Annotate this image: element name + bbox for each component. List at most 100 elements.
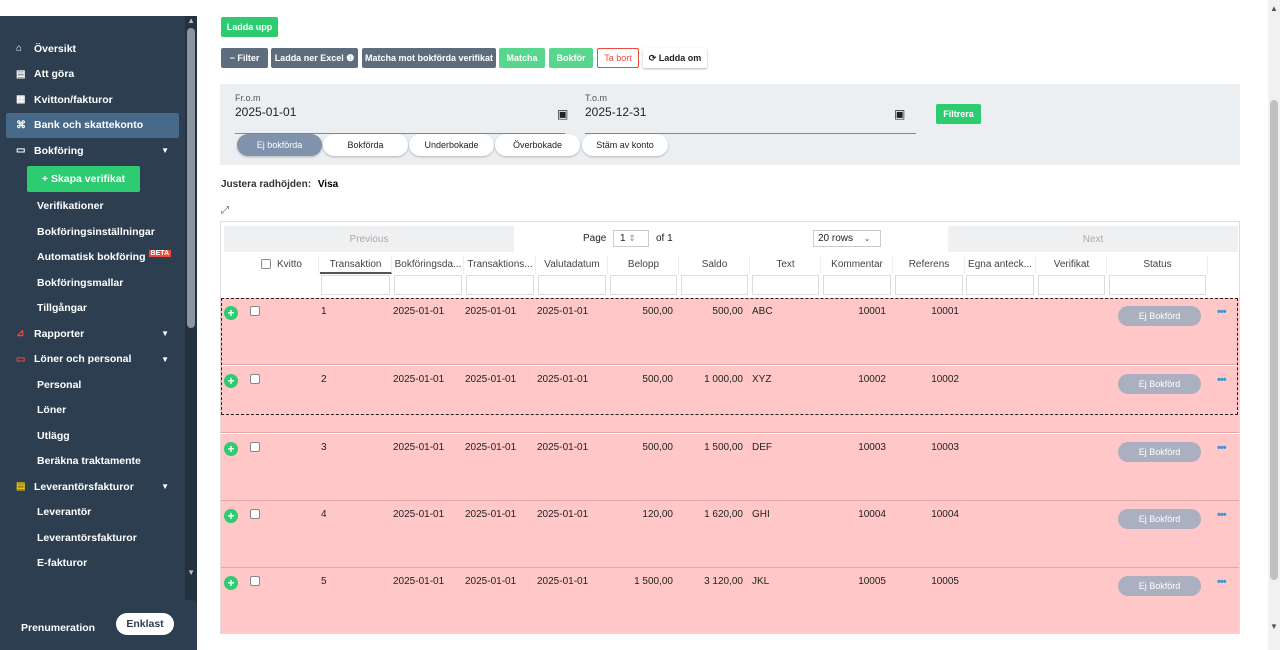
- table-row[interactable]: +3 2025-01-01 2025-01-01 2025-01-01 500,00 1 …: [221, 434, 1239, 501]
- column-filter-input[interactable]: [895, 275, 963, 295]
- add-circle-icon[interactable]: +: [224, 576, 238, 590]
- page-label: Page: [583, 233, 607, 244]
- scroll-down-icon[interactable]: ▼: [187, 568, 195, 577]
- status-badge[interactable]: Ej Bokförd: [1118, 509, 1201, 529]
- reload-button[interactable]: ⟳ Ladda om: [643, 48, 707, 68]
- cell-valuta: 2025-01-01: [537, 442, 589, 453]
- column-header-5[interactable]: Belopp: [609, 256, 679, 274]
- column-header-2[interactable]: Bokföringsda...: [393, 256, 464, 274]
- from-date-field[interactable]: Fr.o.m 2025-01-01 ▣: [235, 93, 568, 134]
- sidebar-subitem[interactable]: E-fakturor: [0, 551, 185, 577]
- row-checkbox[interactable]: [250, 576, 260, 586]
- add-circle-icon[interactable]: +: [224, 509, 238, 523]
- apply-filter-button[interactable]: Filtrera: [936, 104, 981, 124]
- sidebar-section-1[interactable]: ▭ Löner och personal ▼: [0, 347, 185, 373]
- match-posted-button[interactable]: Matcha mot bokförda verifikat: [362, 48, 496, 68]
- match-button[interactable]: Matcha: [499, 48, 545, 68]
- tab-underposted[interactable]: Underbokade: [409, 134, 494, 156]
- row-checkbox[interactable]: [250, 442, 260, 452]
- table-row[interactable]: +5 2025-01-01 2025-01-01 2025-01-01 1 500,00…: [221, 568, 1239, 633]
- add-circle-icon[interactable]: +: [224, 442, 238, 456]
- sidebar-subitem[interactable]: Leverantör: [0, 500, 185, 526]
- page-scroll-thumb[interactable]: [1270, 100, 1278, 580]
- sidebar-subitem[interactable]: Utlägg: [0, 423, 185, 449]
- previous-button[interactable]: Previous: [224, 226, 514, 252]
- calendar-icon[interactable]: ▣: [894, 107, 905, 121]
- sidebar-scroll-thumb[interactable]: [187, 28, 195, 328]
- to-date-field[interactable]: T.o.m 2025-12-31 ▣: [585, 93, 916, 134]
- sidebar-subitem[interactable]: Bokföringsinställningar: [0, 219, 185, 245]
- row-height-toggle[interactable]: Visa: [318, 179, 338, 190]
- column-header-0[interactable]: Kvitto: [245, 256, 319, 274]
- tab-posted[interactable]: Bokförda: [323, 134, 408, 156]
- sidebar-subitem[interactable]: Löner: [0, 398, 185, 424]
- expand-icon[interactable]: ⤢: [221, 205, 229, 216]
- row-checkbox[interactable]: [250, 509, 260, 519]
- column-filter-input[interactable]: [752, 275, 819, 295]
- column-header-6[interactable]: Saldo: [680, 256, 750, 274]
- more-options-icon[interactable]: •••: [1217, 442, 1227, 454]
- tab-unposted[interactable]: Ej bokförda: [237, 134, 322, 156]
- upload-button[interactable]: Ladda upp: [221, 17, 278, 37]
- filter-button[interactable]: − Filter: [221, 48, 268, 68]
- sidebar-subitem[interactable]: Tillgångar: [0, 296, 185, 322]
- more-options-icon[interactable]: •••: [1217, 576, 1227, 588]
- cell-referens: 10003: [931, 442, 959, 453]
- select-all-checkbox[interactable]: [260, 259, 271, 270]
- sidebar-item-1[interactable]: ▤ Att göra: [0, 62, 185, 88]
- column-header-9[interactable]: Referens: [894, 256, 965, 274]
- next-button[interactable]: Next: [948, 226, 1238, 252]
- sidebar-item-3[interactable]: ⌘ Bank och skattekonto: [6, 112, 179, 138]
- column-header-7[interactable]: Text: [751, 256, 821, 274]
- sidebar-subitem[interactable]: Automatisk bokföring BETA: [0, 245, 185, 271]
- sidebar-subitem[interactable]: Leverantörsfakturor: [0, 525, 185, 551]
- sidebar-section-lev[interactable]: ▤ Leverantörsfakturor ▼: [0, 474, 185, 500]
- from-date-value[interactable]: 2025-01-01: [235, 105, 565, 119]
- rows-per-page-select[interactable]: 20 rows ⌄: [813, 230, 881, 247]
- sidebar-scrollbar[interactable]: ▲ ▼: [185, 16, 197, 604]
- status-badge[interactable]: Ej Bokförd: [1118, 576, 1201, 596]
- column-header-12[interactable]: Status: [1108, 256, 1208, 274]
- column-filter-input[interactable]: [966, 275, 1034, 295]
- page-scrollbar[interactable]: ▲ ▼: [1268, 0, 1280, 650]
- sidebar-subitem[interactable]: Beräkna traktamente: [0, 449, 185, 475]
- tab-overposted[interactable]: Överbokade: [495, 134, 580, 156]
- column-filter-input[interactable]: [681, 275, 748, 295]
- column-filter-input[interactable]: [394, 275, 462, 295]
- sidebar-item-2[interactable]: ▦ Kvitton/fakturor: [0, 87, 185, 113]
- to-date-value[interactable]: 2025-12-31: [585, 105, 915, 119]
- sidebar-subitem[interactable]: Bokföringsmallar: [0, 270, 185, 296]
- status-badge[interactable]: Ej Bokförd: [1118, 442, 1201, 462]
- sidebar-section-0[interactable]: ⊿ Rapporter ▼: [0, 321, 185, 347]
- sidebar-item-4[interactable]: ▭ Bokföring ▼: [0, 138, 185, 164]
- column-filter-input[interactable]: [321, 275, 390, 295]
- calendar-icon[interactable]: ▣: [557, 107, 568, 121]
- column-filter-input[interactable]: [466, 275, 534, 295]
- scroll-down-icon[interactable]: ▼: [1270, 622, 1278, 631]
- column-header-1[interactable]: Transaktion: [320, 256, 392, 274]
- tab-reconcile[interactable]: Stäm av konto: [582, 134, 668, 156]
- scroll-up-icon[interactable]: ▲: [1270, 4, 1278, 13]
- scroll-up-icon[interactable]: ▲: [187, 16, 195, 25]
- column-header-10[interactable]: Egna anteck...: [965, 256, 1036, 274]
- column-filter-input[interactable]: [1038, 275, 1105, 295]
- sidebar-subitem[interactable]: Verifikationer: [0, 194, 185, 220]
- column-filter-input[interactable]: [538, 275, 606, 295]
- column-header-11[interactable]: Verifikat: [1037, 256, 1107, 274]
- create-voucher-button[interactable]: + Skapa verifikat: [27, 165, 140, 192]
- sidebar-item-0[interactable]: ⌂ Översikt: [0, 36, 185, 62]
- column-header-8[interactable]: Kommentar: [822, 256, 893, 274]
- column-filter-input[interactable]: [823, 275, 891, 295]
- more-options-icon[interactable]: •••: [1217, 509, 1227, 521]
- column-header-4[interactable]: Valutadatum: [537, 256, 608, 274]
- page-input[interactable]: 1 ⇕: [613, 230, 649, 247]
- delete-button[interactable]: Ta bort: [597, 48, 639, 68]
- post-button[interactable]: Bokför: [549, 48, 593, 68]
- column-header-3[interactable]: Transaktions...: [465, 256, 536, 274]
- sidebar-subitem[interactable]: Personal: [0, 372, 185, 398]
- plan-toggle[interactable]: Enklast: [116, 613, 174, 635]
- column-filter-input[interactable]: [1109, 275, 1206, 295]
- table-row[interactable]: +4 2025-01-01 2025-01-01 2025-01-01 120,00 1 …: [221, 501, 1239, 568]
- download-excel-button[interactable]: Ladda ner Excel ❶: [271, 48, 358, 68]
- column-filter-input[interactable]: [610, 275, 677, 295]
